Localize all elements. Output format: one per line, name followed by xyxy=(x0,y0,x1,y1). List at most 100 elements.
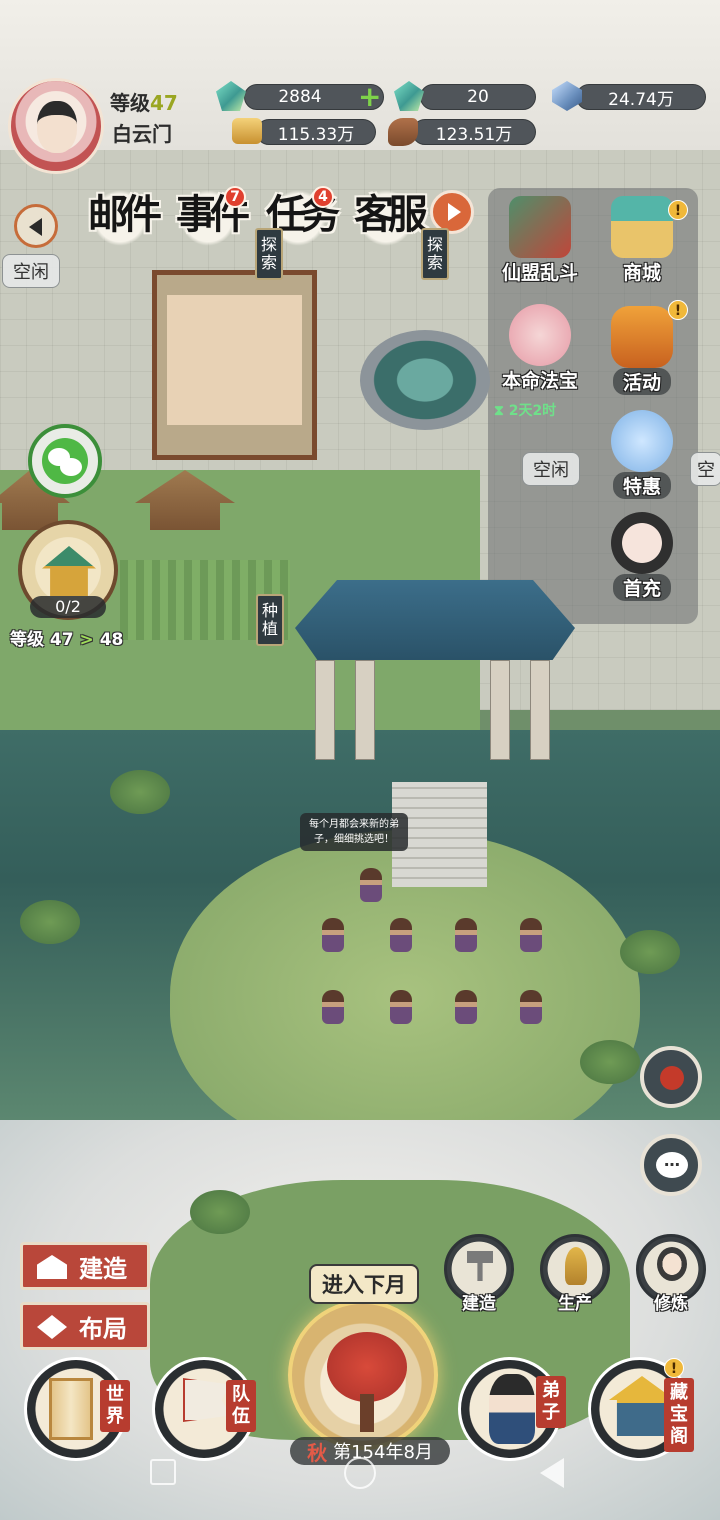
system-nav-bar xyxy=(0,1425,720,1520)
layout-grid-icon xyxy=(37,1315,67,1339)
avatar-face xyxy=(37,101,77,153)
upgrade-level-to: 48 xyxy=(99,630,124,650)
gold-value: 115.33万 xyxy=(277,124,355,145)
new-disciple[interactable] xyxy=(322,990,344,1024)
cultivate-label: 修炼 xyxy=(654,1294,688,1314)
hammer-icon xyxy=(467,1251,493,1281)
wechat-icon xyxy=(42,438,88,484)
fruit-icon xyxy=(660,1066,684,1090)
layout-mode-label: 布局 xyxy=(79,1314,127,1343)
sect-gate[interactable] xyxy=(315,660,555,760)
gate-pillar xyxy=(315,660,335,760)
teleport-array[interactable] xyxy=(360,330,490,430)
sect-name: 白云门 xyxy=(112,122,172,146)
layout-mode-button[interactable]: 布局 xyxy=(20,1302,150,1350)
treasure-timer: ⧗ 2天2时 xyxy=(494,403,557,419)
pavilion-shop-icon xyxy=(611,196,673,258)
idle-bubble: 空闲 xyxy=(2,254,60,288)
elder-speech-bubble: 每个月都会来新的弟子，细细挑选吧！ xyxy=(300,813,408,851)
event-label: 活动 xyxy=(612,368,671,395)
scroll-left-button[interactable] xyxy=(14,204,58,248)
gate-pillar xyxy=(530,660,550,760)
explore-sign-left[interactable]: 探索 xyxy=(255,228,283,280)
new-disciple[interactable] xyxy=(390,990,412,1024)
add-jade-icon[interactable]: + xyxy=(358,83,381,111)
upgrade-level-label: 等级 xyxy=(10,630,44,650)
pine-tree xyxy=(20,900,80,944)
tab-customer-service[interactable]: 客服 xyxy=(348,182,428,252)
gift-fruit-button[interactable] xyxy=(640,1046,702,1108)
gold-counter[interactable]: 115.33万 xyxy=(256,119,376,145)
build-mode-button[interactable]: 建造 xyxy=(20,1242,150,1290)
arrow-left-icon xyxy=(29,218,42,236)
pine-tree xyxy=(110,770,170,814)
chat-icon: … xyxy=(656,1152,688,1178)
life-treasure-button[interactable]: 本命法宝 xyxy=(490,304,590,393)
life-treasure-label: 本命法宝 xyxy=(501,370,578,392)
produce-label: 生产 xyxy=(558,1294,592,1314)
new-disciple[interactable] xyxy=(520,918,542,952)
spirit-stone-counter[interactable]: 20 xyxy=(420,84,536,110)
elder-character[interactable] xyxy=(360,868,382,902)
upgrade-progress: 0/2 xyxy=(30,596,106,618)
build-mode-label: 建造 xyxy=(79,1254,127,1283)
next-month-button[interactable]: 进入下月 xyxy=(309,1264,419,1304)
idle-bubble: 空闲 xyxy=(522,452,580,486)
upgrade-level-line: 等级 47 > 48 xyxy=(10,625,123,650)
upgrade-arrow-icon: > xyxy=(79,630,94,650)
crystal-value: 24.74万 xyxy=(608,89,674,110)
sect-building-icon xyxy=(42,546,96,596)
level-value: 47 xyxy=(150,91,178,115)
pine-tree xyxy=(580,1040,640,1084)
events-badge: 7 xyxy=(224,186,246,208)
tasks-badge: 4 xyxy=(312,186,334,208)
pine-tree xyxy=(620,930,680,974)
alliance-battle-label: 仙盟乱斗 xyxy=(501,262,578,284)
lantern-icon xyxy=(611,306,673,368)
crystal-counter[interactable]: 24.74万 xyxy=(576,84,706,110)
shop-alert-icon: ! xyxy=(668,200,688,220)
new-disciple[interactable] xyxy=(520,990,542,1024)
war-flag-icon xyxy=(183,1378,231,1422)
spirit-stone-value: 20 xyxy=(467,87,489,107)
wood-value: 123.51万 xyxy=(435,124,513,145)
special-deal-label: 特惠 xyxy=(612,472,671,499)
hall-interior xyxy=(167,295,302,425)
gold-ingot-icon xyxy=(232,118,262,144)
idle-bubble: 空 xyxy=(690,452,720,486)
new-disciple[interactable] xyxy=(455,918,477,952)
back-icon[interactable] xyxy=(540,1458,564,1488)
sect-gate-roof xyxy=(295,580,575,660)
treasure-hall-alert-icon: ! xyxy=(664,1358,684,1378)
new-disciple[interactable] xyxy=(322,918,344,952)
new-disciple[interactable] xyxy=(455,990,477,1024)
upgrade-level-from: 47 xyxy=(49,630,74,650)
level-label: 等级 xyxy=(110,91,150,115)
alliance-battle-button[interactable]: 仙盟乱斗 xyxy=(490,196,590,285)
player-avatar[interactable] xyxy=(8,78,104,174)
main-hall-building[interactable] xyxy=(152,270,317,460)
maple-leaves-icon xyxy=(327,1332,407,1402)
pine-tree xyxy=(190,1190,250,1234)
special-deal-button[interactable]: 特惠 xyxy=(592,410,692,499)
first-charge-button[interactable]: 首充 xyxy=(592,512,692,601)
gate-pillar xyxy=(355,660,375,760)
new-disciple[interactable] xyxy=(390,918,412,952)
home-icon[interactable] xyxy=(344,1457,376,1489)
chat-button[interactable]: … xyxy=(640,1134,702,1196)
jade-value: 2884 xyxy=(278,87,322,107)
player-level: 等级47 xyxy=(110,87,178,116)
explore-sign-right[interactable]: 探索 xyxy=(421,228,449,280)
tab-mail[interactable]: 邮件 xyxy=(82,182,162,252)
disciple-label: 弟子 xyxy=(536,1376,566,1428)
event-alert-icon: ! xyxy=(668,300,688,320)
wood-log-icon xyxy=(388,118,418,146)
plant-sign[interactable]: 种植 xyxy=(256,594,284,646)
crossed-swords-icon xyxy=(509,196,571,258)
cultivator-icon xyxy=(657,1247,687,1281)
arrow-right-icon xyxy=(448,203,461,221)
wechat-button[interactable] xyxy=(28,424,102,498)
recent-apps-icon[interactable] xyxy=(150,1459,176,1485)
wood-counter[interactable]: 123.51万 xyxy=(412,119,536,145)
wheat-icon xyxy=(565,1247,587,1285)
